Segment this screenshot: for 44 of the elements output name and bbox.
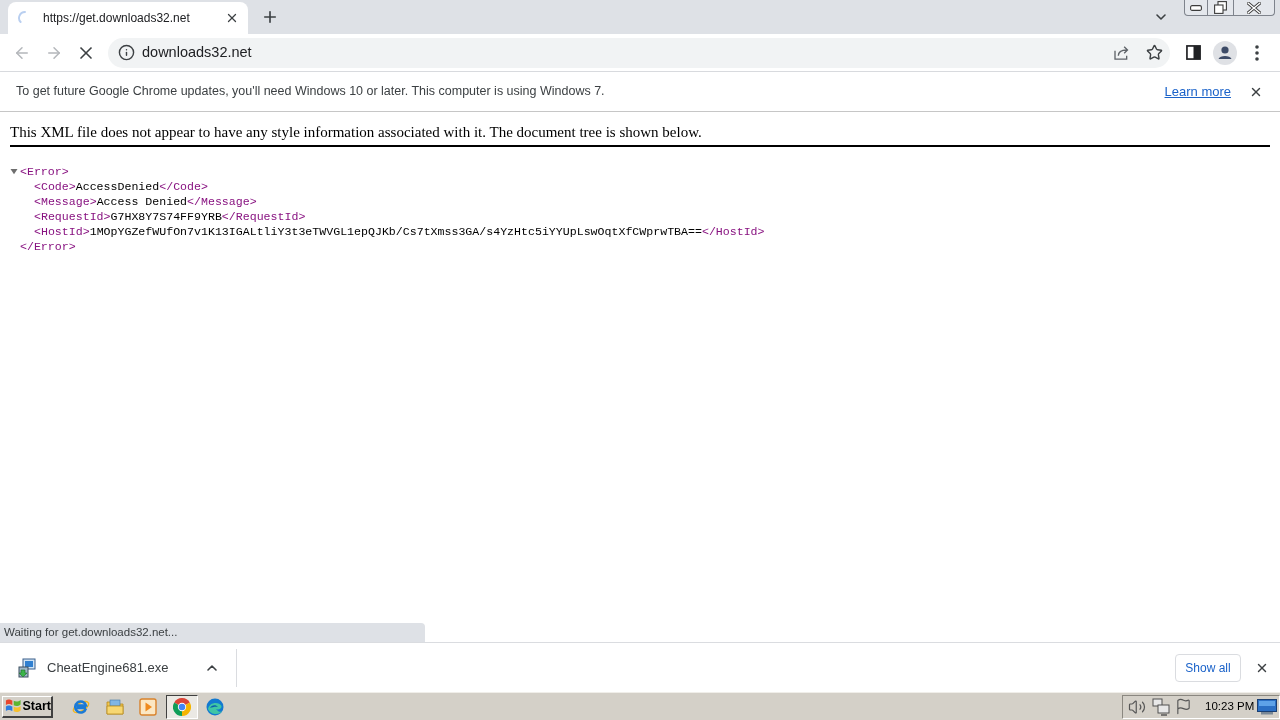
xml-close-tag: </Error> [20,240,76,253]
status-bubble: Waiting for get.downloads32.net... [0,623,425,642]
play-tile-icon [139,697,157,716]
chrome-logo-icon [172,697,191,716]
restore-icon [1214,1,1227,14]
info-icon[interactable] [118,44,135,61]
minimize-button[interactable] [1184,0,1208,16]
swirl-logo-icon [206,697,224,716]
learn-more-link[interactable]: Learn more [1164,81,1231,102]
flag-icon[interactable] [1175,698,1192,715]
side-panel-icon [1185,45,1201,60]
network-icon[interactable] [1152,697,1170,716]
speaker-icon[interactable] [1128,697,1146,716]
show-desktop-icon[interactable] [1257,698,1277,715]
menu-icon [1255,44,1259,61]
xml-element-line: <RequestId>G7HX8Y7S74FF9YRB</RequestId> [34,209,306,224]
star-icon [1145,44,1163,61]
e-globe-icon [72,697,90,716]
restore-button[interactable] [1208,0,1234,16]
xml-element-line: <Code>AccessDenied</Code> [34,179,208,194]
browser-tab[interactable]: https://get.downloads32.net [8,2,248,34]
avatar-icon [1213,40,1237,65]
xml-notice: This XML file does not appear to have any style information associated with it. The document tree is shown below. [10,123,702,142]
installer-file-icon [18,657,36,678]
xml-open-tag: <Error> [20,164,69,179]
windows-flag-icon [5,698,22,714]
folder-icon [105,698,124,715]
plus-icon [261,8,279,26]
close-icon [1247,1,1261,14]
taskbar-app-button[interactable] [165,694,198,719]
infobar-message: To get future Google Chrome updates, you'll need Windows 10 or later. This computer is using Windows 7. [16,83,605,101]
show-all-button[interactable]: Show all [1175,653,1241,682]
clock-text[interactable]: 10:23 PM [1205,697,1255,716]
window-close-button[interactable] [1234,0,1275,16]
start-button[interactable]: Start [2,695,53,718]
download-item[interactable]: CheatEngine681.exe [18,648,194,687]
close-icon [225,11,239,25]
address-bar[interactable]: downloads32.net [108,37,1170,68]
share-icon [1113,45,1131,60]
xml-element-line: <Message>Access Denied</Message> [34,194,257,209]
address-text[interactable]: downloads32.net [142,41,252,64]
expand-triangle-icon[interactable] [10,168,18,175]
xml-element-line: <HostId>1MOpYGZefWUfOn7v1K13IGALtliY3t3eTWVGL1epQJKb/Cs7tXmss3GA/s4YzHtc5iYYUpLswOqtXfCWprwTBA==</HostId> [34,224,765,239]
minimize-icon [1190,4,1202,11]
